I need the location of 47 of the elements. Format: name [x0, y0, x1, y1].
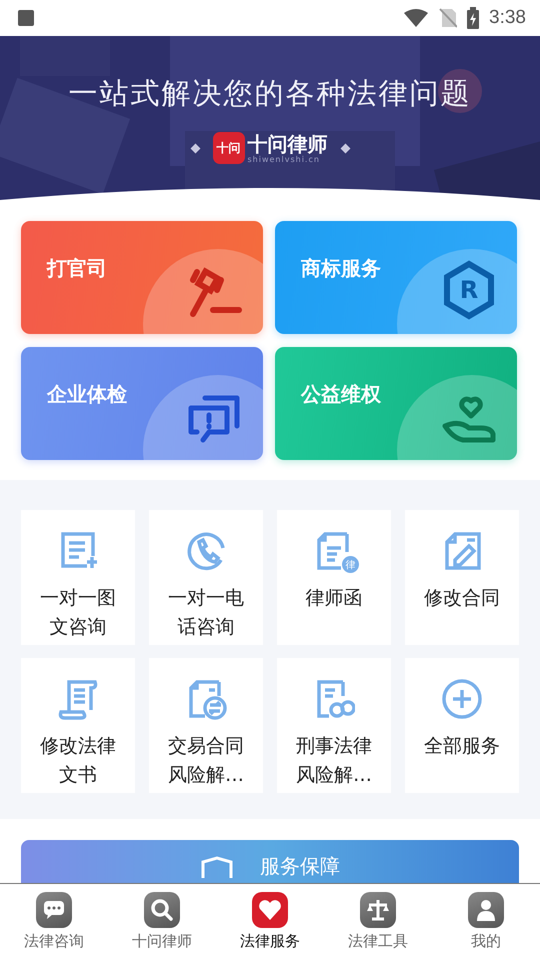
service-tile[interactable]: 修改合同 — [405, 510, 519, 645]
tab[interactable]: 法律服务 — [216, 884, 324, 960]
banner-title: 一站式解决您的各种法律问题 — [68, 75, 472, 112]
card-title: 商标服务 — [301, 255, 381, 282]
tab[interactable]: 我的 — [432, 884, 540, 960]
tile-label: 修改合同 — [423, 586, 501, 611]
shield-icon — [200, 856, 234, 878]
service-tile[interactable]: 修改法律文书 — [21, 658, 135, 793]
letter-badge: 律 — [342, 556, 359, 573]
tile-label: 一对一图文咨询 — [39, 586, 117, 640]
service-tile[interactable]: 律 律师函 — [277, 510, 391, 645]
tile-label: 交易合同风险解… — [167, 734, 245, 788]
card-title: 公益维权 — [301, 381, 381, 408]
tile-label: 律师函 — [304, 586, 364, 611]
battery-charging-icon — [467, 7, 480, 29]
brand-name: 十问律师 — [248, 132, 328, 154]
no-sim-icon — [439, 8, 458, 28]
tab[interactable]: 法律咨询 — [0, 884, 108, 960]
service-tile[interactable]: 交易合同风险解… — [149, 658, 263, 793]
card-title: 打官司 — [47, 255, 107, 282]
domain-text: shiwenlvshi.cn — [248, 154, 321, 164]
card-title: 企业体检 — [47, 381, 127, 408]
status-time: 3:38 — [489, 7, 526, 29]
scale-icon — [360, 892, 396, 928]
tile-label: 全部服务 — [423, 734, 501, 759]
wifi-icon — [403, 8, 430, 28]
service-tile[interactable]: 一对一图文咨询 — [21, 510, 135, 645]
heart-icon — [252, 892, 288, 928]
tab[interactable]: 法律工具 — [324, 884, 432, 960]
add-icon — [441, 678, 483, 720]
service-tile[interactable]: 一对一电话咨询 — [149, 510, 263, 645]
tile-label: 刑事法律风险解… — [295, 734, 373, 788]
tile-label: 一对一电话咨询 — [167, 586, 245, 640]
phone-icon — [185, 530, 227, 572]
trademark-letter: R — [460, 276, 478, 304]
notification-icon — [18, 10, 34, 26]
tile-label: 修改法律文书 — [39, 734, 117, 788]
scroll-icon — [57, 678, 99, 720]
person-icon — [468, 892, 504, 928]
logo-mark: 十问 — [212, 132, 244, 164]
service-tile[interactable]: 刑事法律风险解… — [277, 658, 391, 793]
tab[interactable]: 十问律师 — [108, 884, 216, 960]
hexagon-icon — [441, 260, 497, 320]
service-tile[interactable]: 全部服务 — [405, 658, 519, 793]
chat-icon — [36, 892, 72, 928]
search-icon — [144, 892, 180, 928]
promo-title: 服务保障 — [260, 854, 340, 878]
